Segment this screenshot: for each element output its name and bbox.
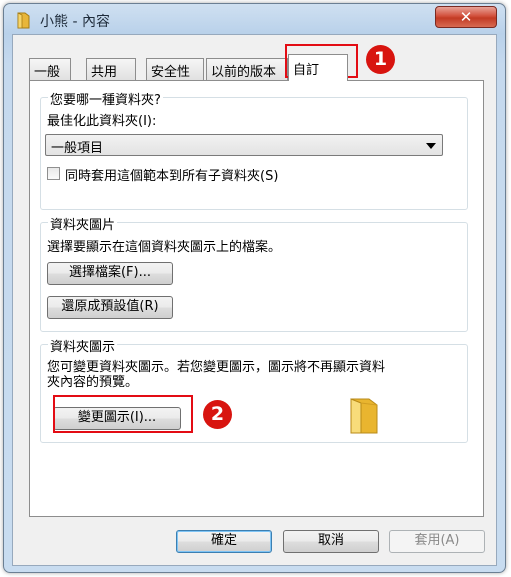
apply-subfolders-checkbox[interactable] bbox=[47, 167, 60, 180]
restore-default-button[interactable]: 還原成預設值(R) bbox=[47, 296, 173, 319]
apply-subfolders-label[interactable]: 同時套用這個範本到所有子資料夾(S) bbox=[65, 165, 278, 184]
folder-preview-icon bbox=[350, 398, 378, 434]
folder-type-group-label: 您要哪一種資料夾? bbox=[48, 89, 163, 108]
button-highlight-box bbox=[53, 395, 193, 433]
window-title: 小熊 - 內容 bbox=[40, 14, 110, 30]
tab-general[interactable]: 一般 bbox=[29, 58, 71, 80]
tab-previous-versions[interactable]: 以前的版本 bbox=[206, 58, 288, 80]
close-button[interactable]: ✕ bbox=[435, 6, 497, 28]
folder-type-group: 您要哪一種資料夾? 最佳化此資料夾(I): 一般項目 同時套用這個範本到所有子資… bbox=[40, 89, 468, 210]
choose-file-button[interactable]: 選擇檔案(F)... bbox=[47, 262, 173, 285]
folder-pictures-group-label: 資料夾圖片 bbox=[48, 214, 118, 233]
tab-security[interactable]: 安全性 bbox=[146, 58, 204, 80]
tab-sharing[interactable]: 共用 bbox=[86, 58, 136, 80]
close-icon: ✕ bbox=[459, 8, 473, 26]
cancel-button[interactable]: 取消 bbox=[283, 530, 379, 553]
optimize-label: 最佳化此資料夾(I): bbox=[47, 114, 157, 129]
folder-type-selected-value: 一般項目 bbox=[51, 141, 104, 156]
chevron-down-icon bbox=[426, 143, 436, 149]
step-badge-1: 1 bbox=[366, 45, 395, 74]
tab-customize[interactable]: 自訂 bbox=[288, 54, 348, 81]
ok-button[interactable]: 確定 bbox=[176, 530, 272, 553]
folder-icons-group-label: 資料夾圖示 bbox=[48, 336, 118, 355]
customize-page: 您要哪一種資料夾? 最佳化此資料夾(I): 一般項目 同時套用這個範本到所有子資… bbox=[29, 80, 484, 517]
folder-pictures-group: 資料夾圖片 選擇要顯示在這個資料夾圖示上的檔案。 選擇檔案(F)... 還原成預… bbox=[40, 214, 468, 332]
step-badge-2: 2 bbox=[203, 400, 232, 429]
title-bar[interactable]: 小熊 - 內容 ✕ bbox=[4, 4, 505, 34]
folder-pictures-description: 選擇要顯示在這個資料夾圖示上的檔案。 bbox=[47, 240, 282, 255]
folder-type-select[interactable]: 一般項目 bbox=[45, 134, 443, 156]
properties-window: 小熊 - 內容 ✕ 一般 共用 安全性 以前的版本 自訂 您要哪一種資料夾? 最… bbox=[3, 3, 506, 573]
dialog-client-area: 一般 共用 安全性 以前的版本 自訂 您要哪一種資料夾? 最佳化此資料夾(I):… bbox=[12, 34, 497, 566]
folder-icon bbox=[17, 12, 30, 29]
apply-button[interactable]: 套用(A) bbox=[389, 530, 485, 553]
folder-icons-description-line2: 夾內容的預覽。 bbox=[47, 375, 139, 390]
